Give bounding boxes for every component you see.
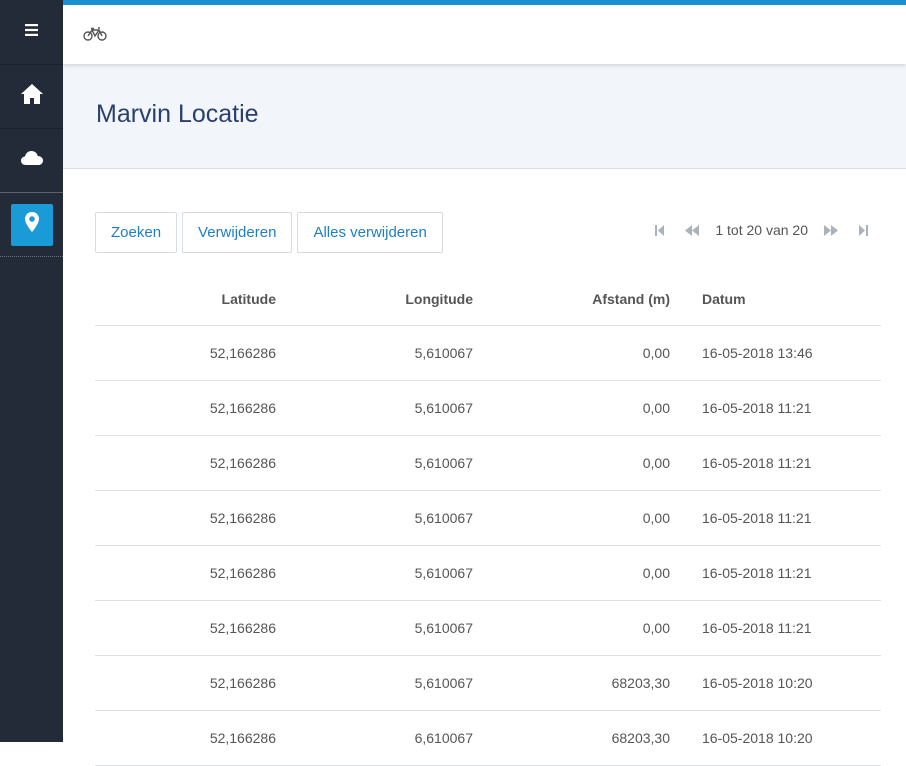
cell-distance: 0,00: [473, 600, 670, 656]
home-icon: [20, 83, 44, 110]
cell-longitude: 5,610067: [276, 325, 473, 381]
table-row[interactable]: 52,166286 5,610067 0,00 16-05-2018 11:21: [95, 545, 881, 601]
search-button[interactable]: Zoeken: [95, 212, 178, 253]
location-active-box: [10, 203, 53, 246]
cell-latitude: 52,166286: [95, 545, 276, 601]
table-row[interactable]: 52,166286 5,610067 68203,30 16-05-2018 1…: [95, 655, 881, 711]
top-bar: [63, 0, 906, 64]
cell-distance: 68203,30: [473, 710, 670, 766]
cloud-icon: [20, 150, 44, 171]
cell-distance: 0,00: [473, 545, 670, 601]
column-header-latitude[interactable]: Latitude: [95, 272, 276, 326]
cell-date: 16-05-2018 11:21: [670, 490, 881, 546]
menu-icon: [25, 23, 38, 41]
delete-all-button[interactable]: Alles verwijderen: [297, 212, 443, 253]
cell-longitude: 5,610067: [276, 655, 473, 711]
cell-date: 16-05-2018 11:21: [670, 545, 881, 601]
cell-distance: 0,00: [473, 380, 670, 436]
cell-date: 16-05-2018 11:21: [670, 600, 881, 656]
cell-date: 16-05-2018 10:20: [670, 710, 881, 766]
next-page-icon[interactable]: [824, 224, 838, 236]
cell-date: 16-05-2018 11:21: [670, 435, 881, 491]
column-header-date[interactable]: Datum: [670, 272, 881, 326]
table-header-row: Latitude Longitude Afstand (m) Datum: [95, 272, 881, 326]
cell-longitude: 5,610067: [276, 380, 473, 436]
locations-table: Latitude Longitude Afstand (m) Datum 52,…: [95, 272, 881, 766]
sidebar-item-cloud[interactable]: [0, 128, 63, 193]
location-pin-icon: [24, 211, 40, 238]
sidebar-menu-toggle[interactable]: [0, 0, 63, 64]
toolbar: Zoeken Verwijderen Alles verwijderen: [95, 212, 448, 253]
cell-date: 16-05-2018 11:21: [670, 380, 881, 436]
column-header-longitude[interactable]: Longitude: [276, 272, 473, 326]
table-row[interactable]: 52,166286 5,610067 0,00 16-05-2018 13:46: [95, 325, 881, 381]
cell-latitude: 52,166286: [95, 325, 276, 381]
cell-date: 16-05-2018 13:46: [670, 325, 881, 381]
delete-button[interactable]: Verwijderen: [182, 212, 293, 253]
cell-longitude: 5,610067: [276, 600, 473, 656]
cell-distance: 0,00: [473, 435, 670, 491]
cell-latitude: 52,166286: [95, 435, 276, 491]
sidebar: [0, 0, 63, 742]
cell-longitude: 5,610067: [276, 435, 473, 491]
bicycle-icon[interactable]: [83, 27, 107, 46]
cell-longitude: 6,610067: [276, 710, 473, 766]
first-page-icon[interactable]: [655, 224, 665, 236]
last-page-icon[interactable]: [858, 224, 868, 236]
sidebar-item-location[interactable]: [0, 193, 63, 257]
cell-latitude: 52,166286: [95, 655, 276, 711]
cell-longitude: 5,610067: [276, 490, 473, 546]
previous-page-icon[interactable]: [685, 224, 700, 236]
table-row[interactable]: 52,166286 5,610067 0,00 16-05-2018 11:21: [95, 490, 881, 546]
page-header: Marvin Locatie: [63, 64, 906, 169]
cell-latitude: 52,166286: [95, 380, 276, 436]
table-row[interactable]: 52,166286 5,610067 0,00 16-05-2018 11:21: [95, 435, 881, 491]
cell-longitude: 5,610067: [276, 545, 473, 601]
cell-distance: 0,00: [473, 325, 670, 381]
cell-distance: 0,00: [473, 490, 670, 546]
cell-distance: 68203,30: [473, 655, 670, 711]
page-range: 1 tot 20 van 20: [715, 222, 808, 238]
cell-date: 16-05-2018 10:20: [670, 655, 881, 711]
cell-latitude: 52,166286: [95, 710, 276, 766]
column-header-distance[interactable]: Afstand (m): [473, 272, 670, 326]
cell-latitude: 52,166286: [95, 490, 276, 546]
table-row[interactable]: 52,166286 6,610067 68203,30 16-05-2018 1…: [95, 710, 881, 766]
table-row[interactable]: 52,166286 5,610067 0,00 16-05-2018 11:21: [95, 380, 881, 436]
cell-latitude: 52,166286: [95, 600, 276, 656]
page-title: Marvin Locatie: [96, 100, 259, 128]
table-row[interactable]: 52,166286 5,610067 0,00 16-05-2018 11:21: [95, 600, 881, 656]
pagination: 1 tot 20 van 20: [645, 212, 878, 248]
sidebar-item-home[interactable]: [0, 64, 63, 129]
